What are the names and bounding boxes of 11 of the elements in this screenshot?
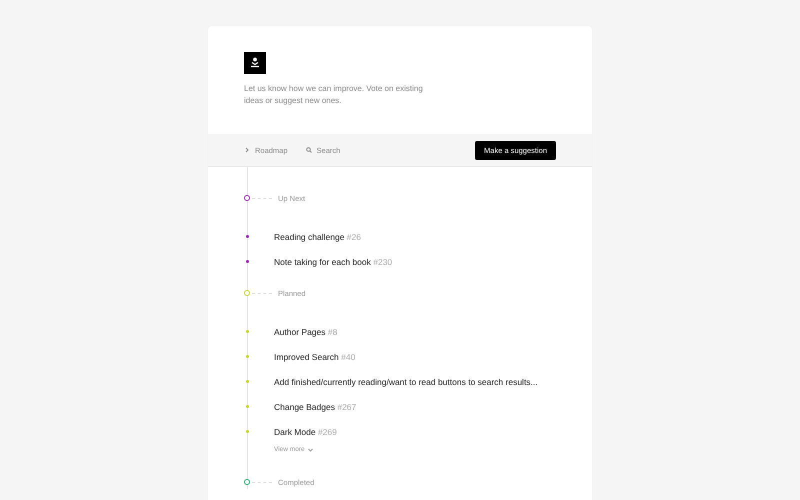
idea-link[interactable]: Change Badges #267 xyxy=(274,402,356,412)
idea-link[interactable]: Improved Search #40 xyxy=(274,352,356,362)
idea-link[interactable]: Reading challenge #26 xyxy=(274,232,361,242)
idea-link[interactable]: Author Pages #8 xyxy=(274,326,338,336)
search-icon xyxy=(306,147,312,153)
intro-text: Let us know how we can improve. Vote on existing ideas or suggest new ones. xyxy=(244,83,424,107)
chevron-down-icon xyxy=(308,448,313,452)
chevron-right-icon xyxy=(244,147,250,153)
idea-link[interactable]: Dark Mode #269 xyxy=(274,426,337,436)
idea-link[interactable]: Add finished/currently reading/want to read buttons to search results... xyxy=(274,376,538,386)
idea-link[interactable]: Note taking for each book #230 xyxy=(274,256,392,266)
